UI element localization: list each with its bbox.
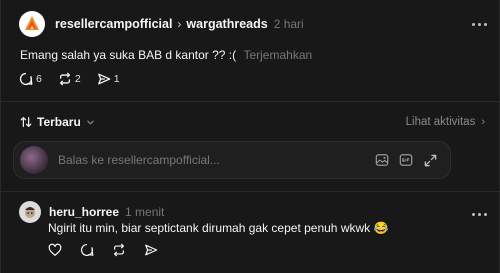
view-activity-label: Lihat aktivitas [405, 116, 476, 128]
sort-icon[interactable] [19, 115, 33, 129]
comment-icon[interactable] [80, 243, 94, 257]
repost-icon[interactable] [112, 243, 126, 257]
share-button[interactable]: 1 [97, 72, 120, 86]
comment-count: 6 [36, 73, 42, 85]
reply-placeholder: Balas ke resellercampofficial... [58, 153, 220, 167]
chevron-right-icon: › [481, 116, 485, 128]
avatar-icon [25, 207, 35, 218]
post-body: Emang salah ya suka BAB d kantor ?? :( T… [20, 48, 312, 62]
user-avatar [20, 146, 48, 174]
flame-logo-icon [25, 16, 39, 30]
post-time: 2 hari [273, 17, 304, 31]
chevron-right-icon: › [177, 17, 182, 31]
thread-panel: resellercampofficial › wargathreads 2 ha… [0, 0, 500, 273]
expand-icon[interactable] [423, 153, 438, 168]
comment-time: 1 menit [125, 205, 165, 219]
comment-icon [19, 72, 33, 86]
commenter-avatar[interactable] [19, 201, 41, 223]
repost-icon [59, 72, 70, 86]
comment-actions [48, 243, 158, 257]
comment-author[interactable]: heru_horree [49, 205, 119, 219]
reply-tools [375, 142, 438, 178]
chevron-down-icon[interactable] [86, 118, 95, 127]
share-count: 1 [113, 73, 120, 85]
divider [1, 191, 499, 192]
divider [1, 101, 499, 102]
image-icon[interactable] [375, 153, 389, 167]
post-author[interactable]: resellercampofficial [55, 17, 172, 31]
comment-button[interactable]: 6 [19, 72, 42, 86]
post-text: Emang salah ya suka BAB d kantor ?? :( [20, 48, 237, 62]
like-icon[interactable] [48, 243, 62, 257]
post-community[interactable]: wargathreads [186, 17, 267, 31]
post-actions: 6 2 1 [19, 72, 136, 86]
more-options-icon[interactable] [472, 10, 487, 38]
sort-row: Terbaru Lihat aktivitas › [19, 112, 485, 132]
brand-avatar[interactable] [19, 11, 45, 37]
send-icon [97, 73, 111, 85]
more-options-icon[interactable] [472, 200, 487, 228]
view-activity-link[interactable]: Lihat aktivitas › [406, 116, 485, 128]
gif-icon[interactable] [399, 153, 413, 167]
sort-label[interactable]: Terbaru [37, 115, 81, 129]
post-header: resellercampofficial › wargathreads 2 ha… [19, 10, 487, 38]
send-icon[interactable] [144, 243, 158, 257]
repost-button[interactable]: 2 [58, 72, 81, 86]
reply-input[interactable]: Balas ke resellercampofficial... [13, 141, 451, 179]
repost-count: 2 [74, 73, 81, 85]
translate-link[interactable]: Terjemahkan [243, 48, 312, 62]
comment-text: Ngirit itu min, biar septictank dirumah … [48, 221, 389, 235]
